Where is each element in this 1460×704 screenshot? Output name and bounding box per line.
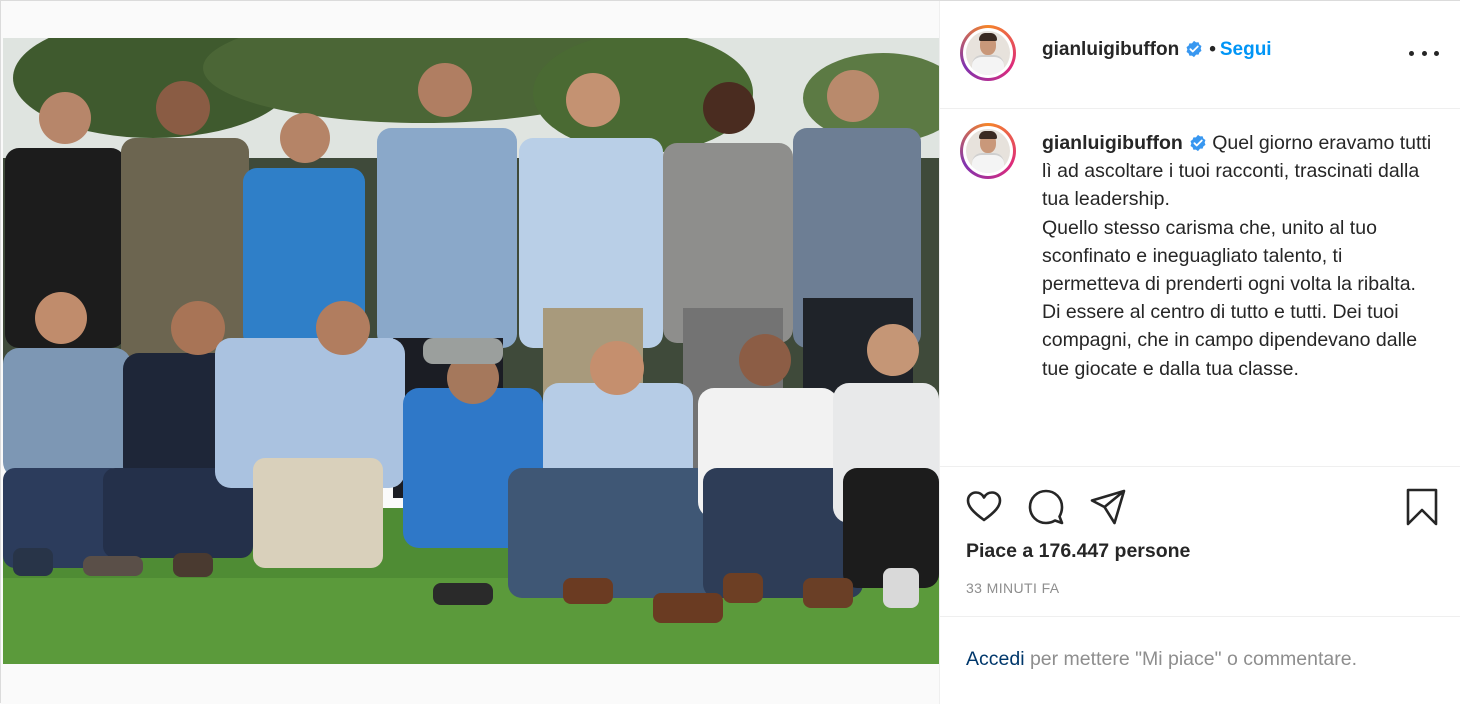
login-prompt-text: per mettere "Mi piace" o commentare. bbox=[1024, 648, 1358, 670]
more-dot bbox=[1421, 50, 1427, 56]
post-actions: Piace a 176.447 persone 33 MINUTI FA bbox=[940, 467, 1460, 617]
post-timestamp[interactable]: 33 MINUTI FA bbox=[966, 580, 1059, 596]
avatar-hair bbox=[979, 131, 997, 139]
caption-line: Quello stesso carisma che, unito al tuo … bbox=[1042, 216, 1416, 296]
avatar-image bbox=[966, 31, 1010, 75]
likes-count[interactable]: Piace a 176.447 persone bbox=[966, 540, 1190, 563]
caption-line: Di essere al centro di tutto e tutti. De… bbox=[1042, 301, 1418, 380]
verified-badge-icon bbox=[1189, 132, 1207, 152]
header-username[interactable]: gianluigibuffon bbox=[1042, 39, 1179, 60]
post-sidebar: gianluigibuffon • Segui gianluigibuffon … bbox=[939, 1, 1460, 704]
post-header: gianluigibuffon • Segui bbox=[940, 1, 1460, 109]
header-separator: • bbox=[1209, 39, 1216, 60]
profile-avatar[interactable] bbox=[960, 25, 1016, 81]
group-photo[interactable] bbox=[3, 38, 939, 664]
bookmark-icon[interactable] bbox=[1402, 487, 1442, 527]
share-icon[interactable] bbox=[1088, 487, 1128, 527]
login-link[interactable]: Accedi bbox=[966, 648, 1025, 670]
verified-badge-icon bbox=[1185, 40, 1203, 58]
avatar-hair bbox=[979, 33, 997, 41]
avatar-ring bbox=[963, 28, 1013, 78]
instagram-post: gianluigibuffon • Segui gianluigibuffon … bbox=[0, 0, 1460, 704]
comment-icon[interactable] bbox=[1026, 487, 1066, 527]
avatar-shirt bbox=[972, 55, 1004, 75]
caption-username[interactable]: gianluigibuffon bbox=[1042, 132, 1183, 154]
heart-icon[interactable] bbox=[964, 487, 1004, 527]
post-media bbox=[1, 1, 939, 704]
post-caption: gianluigibuffon Quel giorno eravamo tutt… bbox=[1042, 129, 1432, 383]
more-options-icon[interactable] bbox=[1409, 43, 1439, 63]
header-line: gianluigibuffon • Segui bbox=[1042, 39, 1272, 61]
follow-button[interactable]: Segui bbox=[1220, 39, 1272, 60]
more-dot bbox=[1409, 50, 1414, 56]
caption-avatar[interactable] bbox=[960, 123, 1016, 179]
avatar-image bbox=[966, 129, 1010, 173]
caption-line: gianluigibuffon Quel giorno eravamo tutt… bbox=[1042, 129, 1432, 214]
avatar-ring bbox=[963, 126, 1013, 176]
more-dot bbox=[1434, 50, 1439, 56]
caption-area: gianluigibuffon Quel giorno eravamo tutt… bbox=[940, 109, 1460, 467]
login-prompt: Accedi per mettere "Mi piace" o commenta… bbox=[966, 648, 1357, 671]
avatar-shirt bbox=[972, 153, 1004, 173]
